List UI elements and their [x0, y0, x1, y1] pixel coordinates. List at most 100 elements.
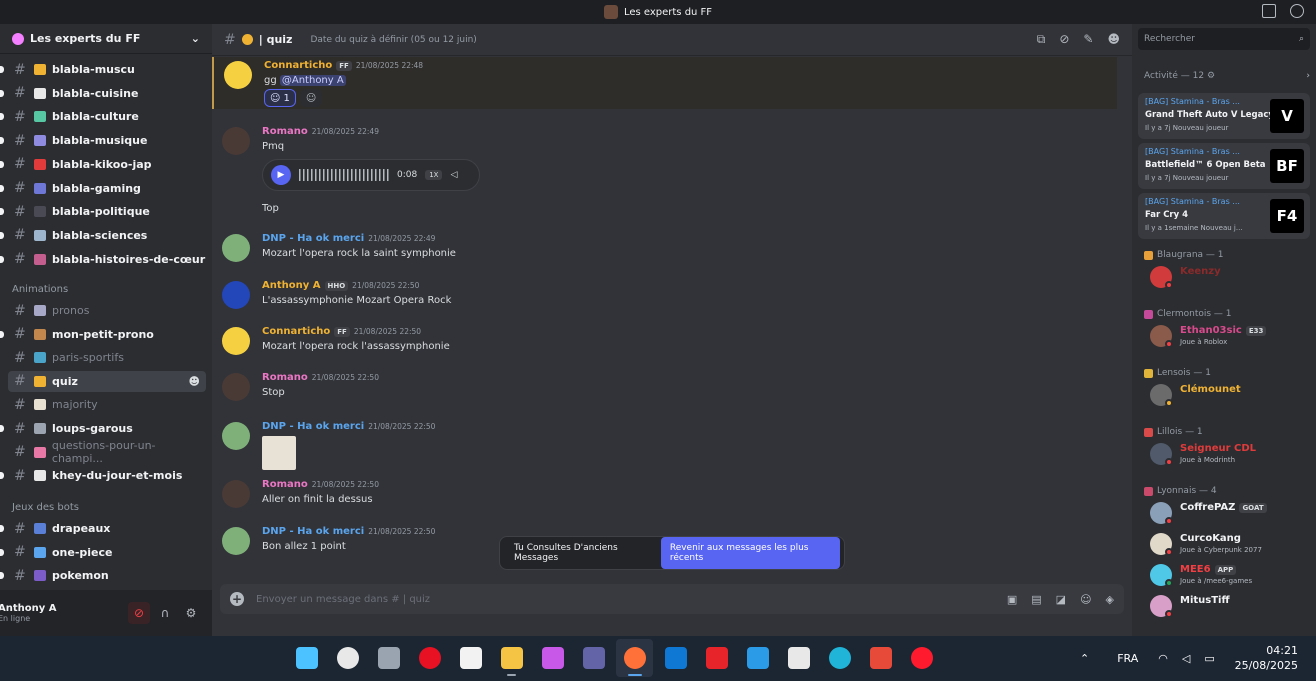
author-name[interactable]: Romano: [262, 479, 308, 490]
mute-mic-icon[interactable]: ⊘: [128, 602, 150, 624]
jump-to-present-button[interactable]: Revenir aux messages les plus récents: [660, 537, 840, 569]
channel-item[interactable]: # pronos: [8, 300, 206, 321]
member-item[interactable]: MitusTiff: [1150, 593, 1310, 621]
reaction-button[interactable]: ☺ 1: [264, 89, 296, 107]
taskbar-task-view-icon[interactable]: [370, 639, 407, 677]
gift-icon[interactable]: ▣: [1007, 593, 1017, 606]
notifications-muted-icon[interactable]: ⊘: [1059, 32, 1069, 47]
taskbar-notepad-icon[interactable]: [452, 639, 489, 677]
avatar[interactable]: [222, 281, 250, 309]
add-member-icon[interactable]: ☻: [189, 375, 200, 388]
message-input[interactable]: Envoyer un message dans # | quiz: [256, 594, 995, 605]
play-icon[interactable]: ▶: [271, 165, 291, 185]
clock[interactable]: 04:21 25/08/2025: [1235, 643, 1298, 673]
taskbar-teams-icon[interactable]: [575, 639, 612, 677]
gif-icon[interactable]: ▤: [1031, 593, 1041, 606]
language-indicator[interactable]: FRA: [1117, 652, 1138, 665]
member-item[interactable]: CurcoKang Joue à Cyberpunk 2077: [1150, 531, 1310, 559]
taskbar-opera-icon[interactable]: [903, 639, 940, 677]
channel-item[interactable]: # blabla-culture: [0, 106, 206, 127]
avatar[interactable]: [222, 234, 250, 262]
activity-card[interactable]: [BAG] Stamina - Bras ... Battlefield™ 6 O…: [1138, 143, 1310, 189]
battery-icon[interactable]: ▭: [1204, 652, 1214, 665]
volume-icon[interactable]: ◁: [1182, 652, 1190, 665]
category-animations[interactable]: Animations: [12, 284, 68, 295]
avatar[interactable]: [222, 480, 250, 508]
category-bots[interactable]: Jeux des bots: [12, 502, 79, 513]
headset-icon[interactable]: ∩: [154, 602, 176, 624]
author-name[interactable]: DNP - Ha ok merci: [262, 233, 364, 244]
channel-item[interactable]: # drapeaux: [0, 518, 206, 539]
channel-item[interactable]: # blabla-gaming: [0, 178, 206, 199]
channel-item[interactable]: # quiz ☻: [8, 370, 206, 392]
channel-item[interactable]: # pokemon: [0, 565, 206, 582]
chevron-up-icon[interactable]: ⌃: [1080, 652, 1089, 665]
author-name[interactable]: DNP - Ha ok merci: [262, 526, 364, 537]
taskbar-edge-icon[interactable]: [821, 639, 858, 677]
activity-card[interactable]: [BAG] Stamina - Bras ... Grand Theft Auto…: [1138, 93, 1310, 139]
channel-item[interactable]: # blabla-sciences: [0, 225, 206, 246]
sticker-image[interactable]: [262, 436, 296, 470]
threads-icon[interactable]: ⧉: [1037, 32, 1046, 47]
emoji-icon[interactable]: ☺: [1080, 593, 1091, 606]
user-mention[interactable]: @Anthony A: [279, 75, 346, 86]
server-header[interactable]: Les experts du FF ⌄: [0, 24, 212, 54]
author-name[interactable]: DNP - Ha ok merci: [262, 421, 364, 432]
plus-icon[interactable]: +: [230, 592, 244, 606]
search-input[interactable]: Rechercher ⌕: [1138, 28, 1310, 50]
wifi-icon[interactable]: ◠: [1158, 652, 1168, 665]
channel-item[interactable]: # blabla-muscu: [0, 59, 206, 80]
author-name[interactable]: Romano: [262, 372, 308, 383]
taskbar-tlc-icon[interactable]: [698, 639, 735, 677]
member-item[interactable]: Keenzy: [1150, 264, 1310, 292]
playback-speed-button[interactable]: 1X: [425, 170, 443, 180]
taskbar-search-icon[interactable]: [329, 639, 366, 677]
channel-item[interactable]: # questions-pour-un-champi...: [8, 439, 206, 465]
channel-item[interactable]: # blabla-musique: [0, 130, 206, 151]
channel-item[interactable]: # mon-petit-prono: [0, 324, 206, 345]
volume-icon[interactable]: ◁: [450, 170, 457, 180]
taskbar-store-icon[interactable]: [780, 639, 817, 677]
author-name[interactable]: Romano: [262, 126, 308, 137]
channel-item[interactable]: # majority: [8, 394, 206, 415]
avatar[interactable]: [224, 61, 252, 89]
avatar[interactable]: [222, 373, 250, 401]
channel-item[interactable]: # blabla-histoires-de-cœur: [0, 249, 206, 270]
chevron-right-icon[interactable]: ›: [1306, 71, 1310, 81]
author-name[interactable]: Connarticho: [264, 60, 332, 71]
member-item[interactable]: Clémounet: [1150, 382, 1310, 410]
taskbar-record-icon[interactable]: [411, 639, 448, 677]
message-composer[interactable]: + Envoyer un message dans # | quiz ▣ ▤ ◪…: [220, 584, 1124, 614]
member-item[interactable]: Ethan03sic E33 Joue à Roblox: [1150, 323, 1310, 351]
channel-item[interactable]: # blabla-kikoo-jap: [0, 154, 206, 175]
taskbar-myhp-icon[interactable]: [739, 639, 776, 677]
member-item[interactable]: CoffrePAZ GOAT: [1150, 500, 1310, 528]
pin-icon[interactable]: ✎: [1083, 32, 1093, 47]
avatar[interactable]: [222, 422, 250, 450]
author-name[interactable]: Anthony A: [262, 280, 321, 291]
apps-icon[interactable]: ◈: [1106, 593, 1114, 606]
waveform[interactable]: [299, 169, 389, 181]
avatar[interactable]: [222, 327, 250, 355]
channel-item[interactable]: # blabla-politique: [0, 201, 206, 222]
member-item[interactable]: MEE6 APP Joue à /mee6-games: [1150, 562, 1310, 590]
channel-topic[interactable]: Date du quiz à définir (05 ou 12 juin): [310, 35, 476, 45]
taskbar-start-icon[interactable]: [288, 639, 325, 677]
member-item[interactable]: Seigneur CDL Joue à Modrinth: [1150, 441, 1310, 469]
channel-item[interactable]: # blabla-cuisine: [0, 83, 206, 104]
avatar[interactable]: [222, 127, 250, 155]
inbox-icon[interactable]: [1262, 4, 1276, 18]
sticker-icon[interactable]: ◪: [1056, 593, 1066, 606]
channel-item[interactable]: # khey-du-jour-et-mois: [0, 465, 206, 486]
taskbar-outlook-icon[interactable]: [657, 639, 694, 677]
taskbar-m365-icon[interactable]: [534, 639, 571, 677]
channel-item[interactable]: # loups-garous: [0, 418, 206, 439]
user-name[interactable]: Anthony A: [0, 603, 57, 614]
help-icon[interactable]: [1290, 4, 1304, 18]
avatar[interactable]: [222, 527, 250, 555]
channel-item[interactable]: # one-piece: [0, 542, 206, 563]
add-reaction-icon[interactable]: ☺: [299, 89, 323, 107]
taskbar-ccleaner-icon[interactable]: [862, 639, 899, 677]
activity-header[interactable]: Activité — 12 ⚙ ›: [1144, 71, 1310, 81]
channel-item[interactable]: # paris-sportifs: [8, 347, 206, 368]
